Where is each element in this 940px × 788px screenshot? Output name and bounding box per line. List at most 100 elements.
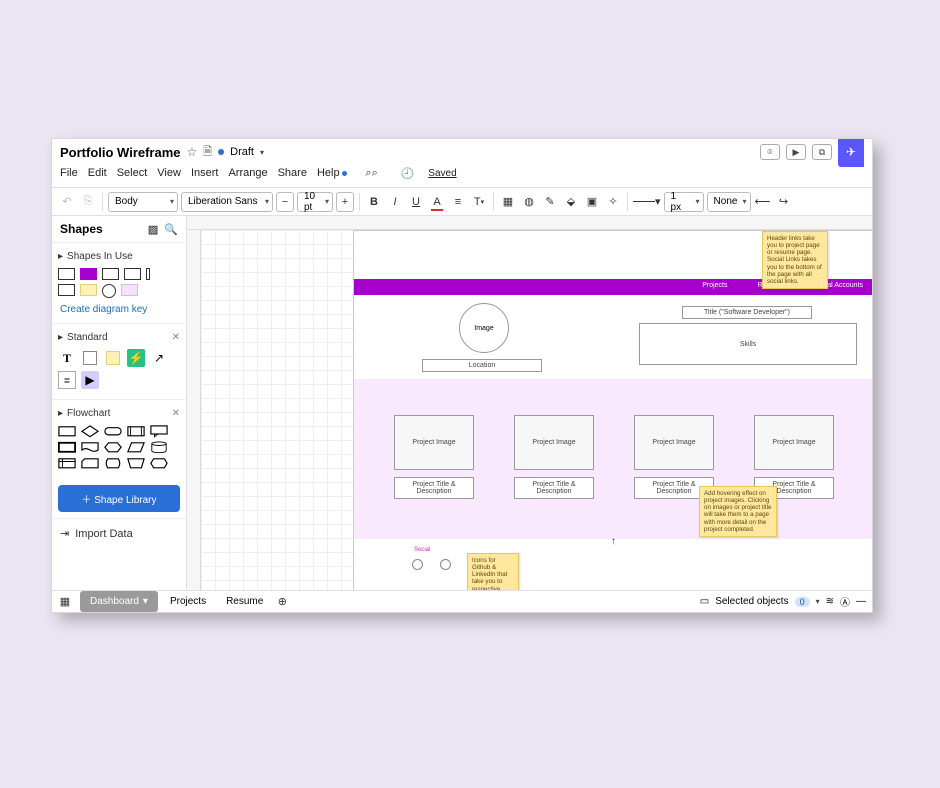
fc-decision[interactable]	[81, 425, 99, 437]
line-end-select[interactable]: None	[707, 192, 751, 212]
section-flowchart[interactable]: ▸ Flowchart✕	[58, 404, 180, 423]
font-size-decrease[interactable]: −	[276, 192, 294, 212]
menu-file[interactable]: File	[60, 167, 78, 179]
fc-manual[interactable]	[127, 457, 145, 469]
canvas-area[interactable]: Projects Resume Social Accounts Image Lo…	[187, 216, 872, 590]
layout-icon[interactable]: ▦	[499, 192, 517, 212]
magic-icon[interactable]: ✧	[604, 192, 622, 212]
video-icon[interactable]: ⧉	[812, 144, 832, 160]
wf-proj-img-3[interactable]: Project Image	[634, 415, 714, 470]
wf-proj-img-1[interactable]: Project Image	[394, 415, 474, 470]
font-select[interactable]: Liberation Sans	[181, 192, 273, 212]
page-icon[interactable]: 🗎	[203, 143, 212, 162]
document-title[interactable]: Portfolio Wireframe	[60, 145, 181, 160]
chevron-down-icon[interactable]: ▾	[260, 148, 264, 157]
note-icons[interactable]: Icons for Github & LinkedIn that take yo…	[467, 553, 519, 590]
binoculars-icon[interactable]: ⌕⌕	[363, 163, 381, 183]
font-size-input[interactable]: 10 pt	[297, 192, 333, 212]
shape-rect4[interactable]	[58, 284, 75, 296]
note-shape-icon[interactable]	[104, 349, 122, 367]
create-key-link[interactable]: Create diagram key	[58, 300, 180, 315]
fc-data[interactable]	[127, 441, 145, 453]
search-icon[interactable]: 🔍	[164, 223, 178, 236]
present-icon[interactable]: ▶	[786, 144, 806, 160]
shape-rect[interactable]	[58, 268, 75, 280]
wf-avatar[interactable]: Image	[459, 303, 509, 353]
tab-dashboard[interactable]: Dashboard ▾	[80, 591, 158, 612]
shape-rect-lilac[interactable]	[121, 284, 138, 296]
stroke-width-select[interactable]: 1 px	[664, 192, 704, 212]
fc-process[interactable]	[58, 425, 76, 437]
wf-proj-img-2[interactable]: Project Image	[514, 415, 594, 470]
fc-callout[interactable]	[150, 425, 168, 437]
fc-doc[interactable]	[81, 441, 99, 453]
note-hover[interactable]: Add hovering effect on project images. C…	[699, 486, 777, 537]
zoom-out-icon[interactable]: —	[856, 596, 866, 607]
wf-social-icon-1[interactable]	[412, 559, 423, 570]
section-in-use[interactable]: ▸ Shapes In Use	[58, 247, 180, 266]
wf-title[interactable]: Title ("Software Developer")	[682, 306, 812, 319]
image-icon[interactable]: ▣	[583, 192, 601, 212]
drop-icon[interactable]: ⬙	[562, 192, 580, 212]
saved-status[interactable]: Saved	[428, 168, 456, 179]
menu-select[interactable]: Select	[117, 167, 148, 179]
selected-chevron-icon[interactable]: ▾	[816, 597, 820, 606]
shape-thin[interactable]	[146, 268, 150, 280]
wf-location[interactable]: Location	[422, 359, 542, 372]
comment-icon[interactable]: ⌾	[760, 144, 780, 160]
wf-social-icon-2[interactable]	[440, 559, 451, 570]
history-icon[interactable]: 🕘	[401, 167, 415, 180]
menu-share[interactable]: Share	[278, 167, 307, 179]
star-icon[interactable]: ☆	[187, 145, 198, 159]
shape-library-button[interactable]: ＋ Shape Library	[58, 485, 180, 512]
underline-icon[interactable]: U	[407, 192, 425, 212]
shape-circle[interactable]	[102, 284, 116, 298]
import-data-button[interactable]: ⇥Import Data	[52, 518, 186, 548]
tab-resume[interactable]: Resume	[216, 591, 273, 612]
fc-display[interactable]	[104, 457, 122, 469]
fc-internal[interactable]	[58, 457, 76, 469]
menu-arrange[interactable]: Arrange	[228, 167, 267, 179]
font-color-icon[interactable]: A	[428, 192, 446, 212]
format-painter-icon[interactable]: ⎘	[79, 192, 97, 212]
wf-proj-title-2[interactable]: Project Title & Description	[514, 477, 594, 499]
fc-terminator[interactable]	[104, 425, 122, 437]
fc-db[interactable]	[150, 441, 168, 453]
accessibility-icon[interactable]: Ⓐ	[840, 594, 850, 609]
menu-view[interactable]: View	[157, 167, 181, 179]
selection-indicator-icon[interactable]: ▭	[700, 596, 709, 607]
arrow-shape-icon[interactable]: ↗	[150, 349, 168, 367]
fc-card[interactable]	[81, 457, 99, 469]
wf-proj-title-1[interactable]: Project Title & Description	[394, 477, 474, 499]
fc-process-b[interactable]	[58, 441, 76, 453]
play-shape-icon[interactable]: ▶	[81, 371, 99, 389]
image-picker-icon[interactable]: ▨	[148, 223, 158, 236]
fc-predef[interactable]	[127, 425, 145, 437]
pages-grid-icon[interactable]: ▦	[56, 592, 74, 612]
fc-hex[interactable]	[104, 441, 122, 453]
note-header[interactable]: Header links take you to project page or…	[762, 231, 828, 289]
fc-loop[interactable]	[150, 457, 168, 469]
status-label[interactable]: Draft	[230, 146, 254, 158]
menu-insert[interactable]: Insert	[191, 167, 219, 179]
align-icon[interactable]: ≡	[449, 192, 467, 212]
menu-help[interactable]: Help	[317, 167, 347, 179]
bolt-shape-icon[interactable]: ⚡	[127, 349, 145, 367]
arrow-end-icon[interactable]: ↪	[775, 192, 793, 212]
block-shape-icon[interactable]	[81, 349, 99, 367]
tab-projects[interactable]: Projects	[160, 591, 216, 612]
wireframe-page[interactable]: Projects Resume Social Accounts Image Lo…	[353, 230, 872, 590]
text-shape-icon[interactable]: T	[58, 349, 76, 367]
list-shape-icon[interactable]: ≣	[58, 371, 76, 389]
section-standard[interactable]: ▸ Standard✕	[58, 328, 180, 347]
text-size-icon[interactable]: T▾	[470, 192, 488, 212]
fill-icon[interactable]: ◍	[520, 192, 538, 212]
arrow-start-icon[interactable]: ⟵	[754, 192, 772, 212]
shape-rect-purple[interactable]	[80, 268, 97, 280]
shape-note[interactable]	[80, 284, 97, 296]
undo-icon[interactable]: ↶	[58, 192, 76, 212]
bold-icon[interactable]: B	[365, 192, 383, 212]
wf-social-label[interactable]: Social	[414, 547, 430, 553]
close-flowchart-icon[interactable]: ✕	[172, 408, 180, 419]
border-color-icon[interactable]: ✎	[541, 192, 559, 212]
